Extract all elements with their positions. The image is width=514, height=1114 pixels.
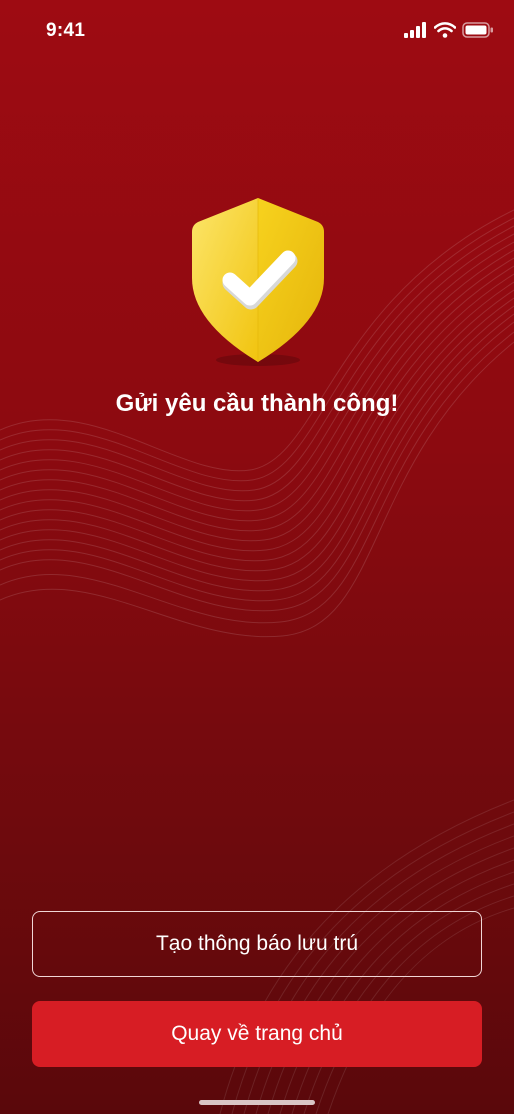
cellular-signal-icon (404, 22, 426, 38)
status-time: 9:41 (46, 20, 86, 41)
create-residence-notice-label: Tạo thông báo lưu trú (155, 932, 359, 955)
success-screen: 9:41 Gửi yêu cầu thành công! Tạo thông b… (0, 0, 514, 1114)
back-to-home-label: Quay về trang chủ (171, 1022, 343, 1045)
wifi-icon (434, 22, 456, 38)
shield-check-icon (188, 192, 328, 368)
back-to-home-button[interactable]: Quay về trang chủ (32, 1001, 482, 1067)
battery-icon (462, 22, 493, 38)
create-residence-notice-button[interactable]: Tạo thông báo lưu trú (32, 911, 482, 977)
success-title: Gửi yêu cầu thành công! (115, 390, 399, 417)
status-bar: 9:41 (0, 0, 514, 64)
home-indicator[interactable] (199, 1100, 315, 1105)
status-icons (404, 22, 494, 38)
